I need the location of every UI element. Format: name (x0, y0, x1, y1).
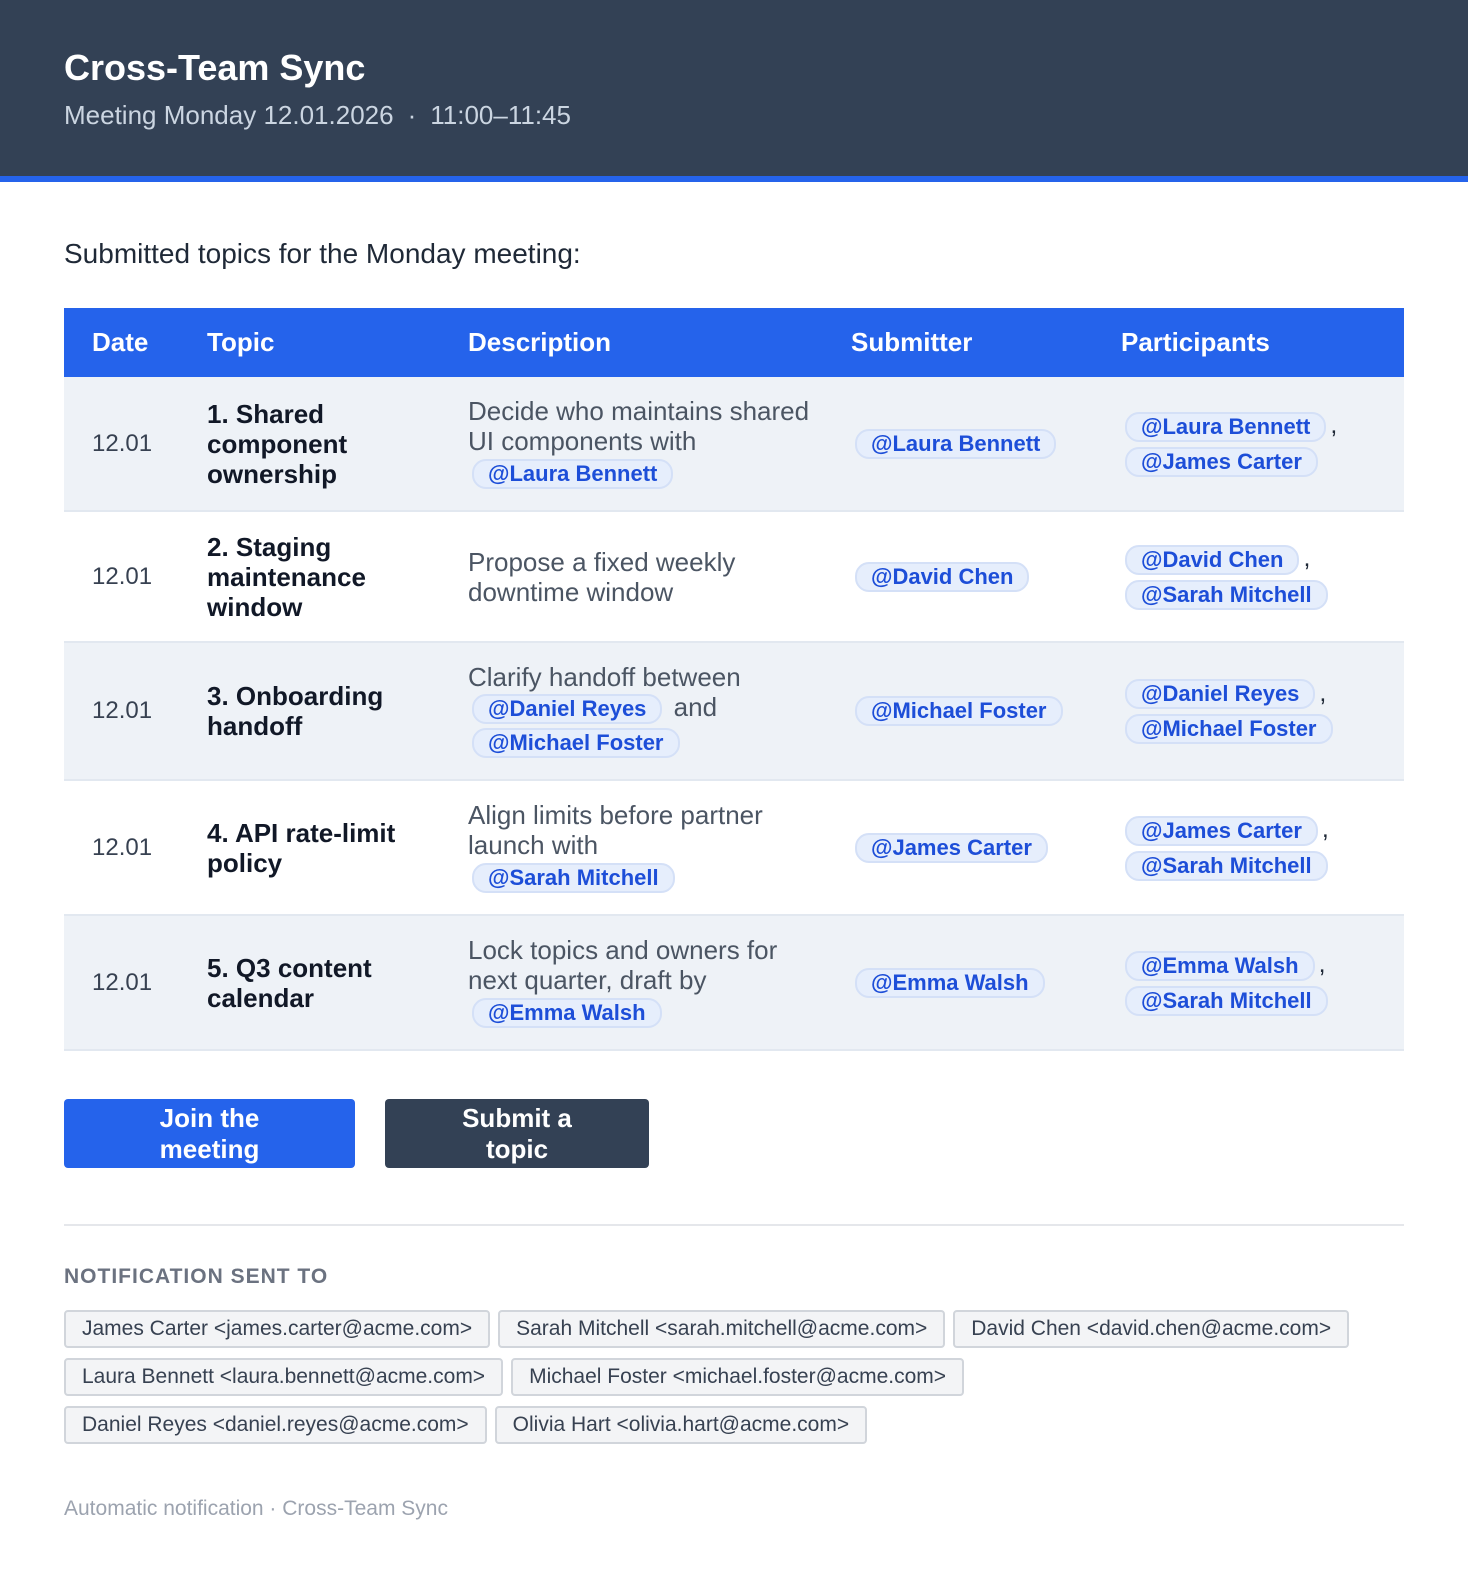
description-text: Propose a fixed weekly downtime window (468, 546, 736, 607)
description-text: and (673, 691, 718, 722)
row-topic: 4. API rate-limit policy (207, 817, 396, 878)
row-description: Lock topics and owners for next quarter,… (468, 915, 851, 1050)
row-submitter: @Emma Walsh (851, 915, 1121, 1050)
row-date: 12.01 (92, 697, 153, 724)
participant-mention[interactable]: @Sarah Mitchell (1125, 985, 1328, 1016)
submitter-mention[interactable]: @Emma Walsh (855, 967, 1045, 998)
recipient-chip: Olivia Hart <olivia.hart@acme.com> (494, 1406, 868, 1444)
description-text: Clarify handoff between (468, 661, 741, 692)
description-text: Align limits before partner launch with (468, 800, 763, 861)
row-topic: 2. Staging maintenance window (207, 531, 366, 622)
table-row: 12.01 2. Staging maintenance window Prop… (64, 511, 1404, 642)
divider (64, 1224, 1404, 1226)
notification-title: NOTIFICATION SENT TO (64, 1265, 329, 1288)
participant-mention[interactable]: @James Carter (1125, 446, 1318, 477)
row-date: 12.01 (92, 833, 153, 861)
row-participants: @Emma Walsh, @Sarah Mitchell (1121, 915, 1404, 1050)
separator-dot: · (407, 100, 417, 130)
table-row: 12.01 4. API rate-limit policy Align lim… (64, 780, 1404, 915)
recipient-chip: Michael Foster <michael.foster@acme.com> (511, 1358, 965, 1396)
join-meeting-button[interactable]: Join the meeting (64, 1099, 355, 1168)
footer-note: Automatic notification · Cross-Team Sync (64, 1497, 448, 1520)
meeting-datetime: Meeting Monday 12.01.2026 · 11:00–11:45 (64, 100, 1404, 130)
row-description: Clarify handoff between @Daniel Reyes an… (468, 642, 851, 780)
table-row: 12.01 5. Q3 content calendar Lock topics… (64, 915, 1404, 1050)
submit-topic-button[interactable]: Submit a topic (385, 1099, 649, 1168)
table-row: 12.01 1. Shared component ownership Deci… (64, 377, 1404, 511)
column-header-description: Description (468, 327, 612, 357)
recipient-chip: Laura Bennett <laura.bennett@acme.com> (64, 1358, 504, 1396)
meeting-date: Meeting Monday 12.01.2026 (64, 100, 394, 130)
submitter-mention[interactable]: @Laura Bennett (855, 428, 1057, 459)
topics-table: Date Topic Description Submitter Partici… (64, 308, 1404, 1051)
row-participants: @Daniel Reyes, @Michael Foster (1121, 642, 1404, 780)
description-text: Lock topics and owners for next quarter,… (468, 935, 778, 996)
row-submitter: @Laura Bennett (851, 377, 1121, 511)
participant-mention[interactable]: @Sarah Mitchell (1125, 850, 1328, 881)
row-participants: @Laura Bennett, @James Carter (1121, 377, 1404, 511)
submitter-mention[interactable]: @David Chen (855, 561, 1030, 592)
participant-mention[interactable]: @Daniel Reyes (1125, 679, 1316, 709)
mention-tag[interactable]: @Emma Walsh (472, 997, 662, 1028)
row-participants: @James Carter, @Sarah Mitchell (1121, 780, 1404, 915)
action-buttons: Join the meeting Submit a topic (64, 1099, 1404, 1168)
participant-mention[interactable]: @Laura Bennett (1125, 411, 1327, 442)
mention-tag[interactable]: @Michael Foster (472, 728, 680, 759)
row-description: Decide who maintains shared UI component… (468, 377, 851, 511)
description-text: Decide who maintains shared UI component… (468, 396, 810, 457)
table-header-row: Date Topic Description Submitter Partici… (64, 308, 1404, 377)
row-date: 12.01 (92, 562, 153, 590)
row-topic: 5. Q3 content calendar (207, 952, 372, 1013)
recipient-chip: David Chen <david.chen@acme.com> (953, 1310, 1350, 1348)
column-header-topic: Topic (207, 327, 275, 357)
recipient-chip: Sarah Mitchell <sarah.mitchell@acme.com> (498, 1310, 946, 1348)
row-date: 12.01 (92, 968, 153, 996)
row-participants: @David Chen, @Sarah Mitchell (1121, 511, 1404, 642)
recipient-chip: James Carter <james.carter@acme.com> (64, 1310, 491, 1348)
column-header-submitter: Submitter (851, 327, 973, 357)
meeting-time: 11:00–11:45 (430, 100, 571, 130)
row-description: Align limits before partner launch with … (468, 780, 851, 915)
row-date: 12.01 (92, 429, 153, 457)
mention-tag[interactable]: @Sarah Mitchell (472, 862, 675, 893)
participant-mention[interactable]: @David Chen (1125, 544, 1300, 575)
mention-tag[interactable]: @Laura Bennett (472, 458, 674, 489)
email-body: Submitted topics for the Monday meeting:… (0, 182, 1468, 1522)
participant-mention[interactable]: @James Carter (1125, 815, 1318, 846)
participant-mention[interactable]: @Michael Foster (1125, 714, 1333, 745)
row-submitter: @James Carter (851, 780, 1121, 915)
intro-text: Submitted topics for the Monday meeting: (64, 238, 581, 269)
email-header: Cross-Team Sync Meeting Monday 12.01.202… (0, 0, 1468, 182)
page-title: Cross-Team Sync (64, 47, 366, 88)
submitter-mention[interactable]: @James Carter (855, 832, 1048, 863)
recipient-chip: Daniel Reyes <daniel.reyes@acme.com> (64, 1406, 487, 1444)
mention-tag[interactable]: @Daniel Reyes (472, 694, 663, 724)
row-topic: 3. Onboarding handoff (207, 681, 384, 741)
recipient-list: James Carter <james.carter@acme.com> Sar… (64, 1310, 1404, 1454)
column-header-date: Date (92, 327, 149, 357)
participant-mention[interactable]: @Emma Walsh (1125, 950, 1315, 981)
row-description: Propose a fixed weekly downtime window (468, 511, 851, 642)
submitter-mention[interactable]: @Michael Foster (855, 696, 1063, 726)
column-header-participants: Participants (1121, 327, 1270, 357)
row-submitter: @Michael Foster (851, 642, 1121, 780)
row-topic: 1. Shared component ownership (207, 398, 348, 489)
table-row: 12.01 3. Onboarding handoff Clarify hand… (64, 642, 1404, 780)
row-submitter: @David Chen (851, 511, 1121, 642)
participant-mention[interactable]: @Sarah Mitchell (1125, 579, 1328, 610)
